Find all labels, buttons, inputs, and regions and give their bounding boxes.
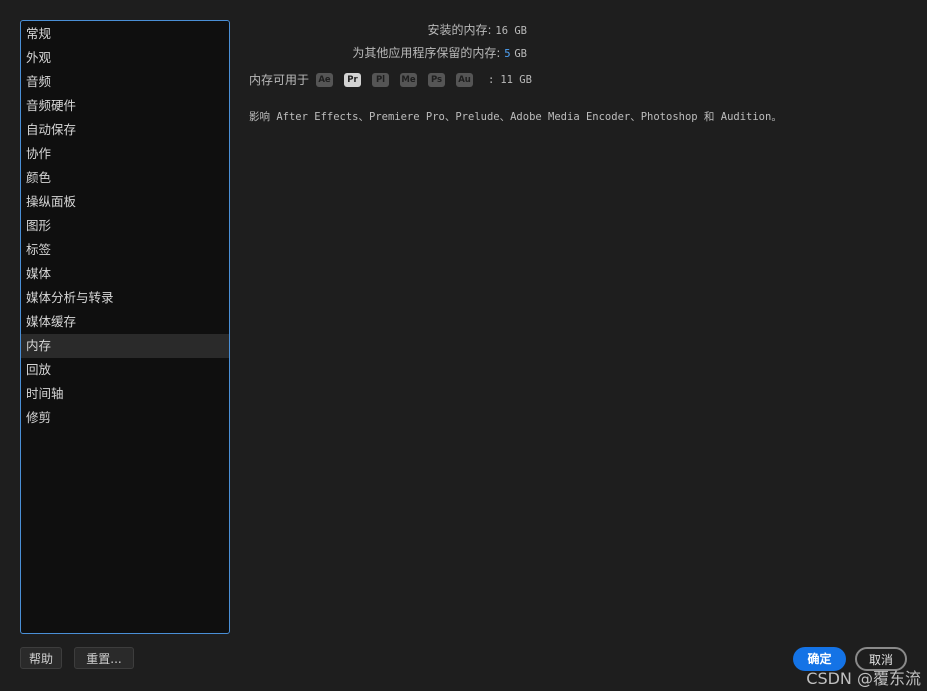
sidebar-item-media-cache[interactable]: 媒体缓存 <box>21 310 229 334</box>
available-memory-value: 11 GB <box>500 73 532 86</box>
sidebar-item-appearance[interactable]: 外观 <box>21 46 229 70</box>
preferences-category-list[interactable]: 常规 外观 音频 音频硬件 自动保存 协作 颜色 操纵面板 图形 标签 媒体 媒… <box>20 20 230 634</box>
media-encoder-icon: Me <box>400 72 418 87</box>
sidebar-item-timeline[interactable]: 时间轴 <box>21 382 229 406</box>
sidebar-item-collaboration[interactable]: 协作 <box>21 142 229 166</box>
available-memory-label: 内存可用于 <box>249 73 310 87</box>
sidebar-item-graphics[interactable]: 图形 <box>21 214 229 238</box>
installed-memory-label: 安装的内存: <box>427 23 492 37</box>
sidebar-item-media-analysis[interactable]: 媒体分析与转录 <box>21 286 229 310</box>
audition-icon: Au <box>456 72 474 87</box>
app-badges: Ae Pr Pl Me Ps Au <box>316 72 484 87</box>
reset-button[interactable]: 重置... <box>74 647 134 669</box>
sidebar-item-control-surface[interactable]: 操纵面板 <box>21 190 229 214</box>
premiere-pro-icon: Pr <box>344 72 362 87</box>
photoshop-icon: Ps <box>428 72 446 87</box>
reserved-memory-value[interactable]: 5 <box>504 48 510 60</box>
sidebar-item-color[interactable]: 颜色 <box>21 166 229 190</box>
help-button[interactable]: 帮助 <box>20 647 62 669</box>
sidebar-item-memory[interactable]: 内存 <box>21 334 229 358</box>
sidebar-item-audio-hardware[interactable]: 音频硬件 <box>21 94 229 118</box>
reserved-memory-unit: GB <box>514 48 527 60</box>
sidebar-item-audio[interactable]: 音频 <box>21 70 229 94</box>
available-memory-row: 内存可用于 Ae Pr Pl Me Ps Au : 11 GB <box>249 71 532 88</box>
affected-apps-note: 影响 After Effects、Premiere Pro、Prelude、Ad… <box>249 111 782 123</box>
category-list: 常规 外观 音频 音频硬件 自动保存 协作 颜色 操纵面板 图形 标签 媒体 媒… <box>21 21 229 430</box>
reserved-memory-label: 为其他应用程序保留的内存: <box>352 46 501 60</box>
installed-memory-value: 16 GB <box>495 25 527 37</box>
reserved-memory-row: 为其他应用程序保留的内存: 5 GB <box>352 44 527 61</box>
sidebar-item-media[interactable]: 媒体 <box>21 262 229 286</box>
sidebar-item-playback[interactable]: 回放 <box>21 358 229 382</box>
watermark: CSDN @覆东流 <box>806 669 921 688</box>
sidebar-item-labels[interactable]: 标签 <box>21 238 229 262</box>
prelude-icon: Pl <box>372 72 390 87</box>
sidebar-item-trim[interactable]: 修剪 <box>21 406 229 430</box>
available-memory-colon: : <box>488 73 495 86</box>
after-effects-icon: Ae <box>316 72 334 87</box>
sidebar-item-general[interactable]: 常规 <box>21 22 229 46</box>
sidebar-item-auto-save[interactable]: 自动保存 <box>21 118 229 142</box>
installed-memory-row: 安装的内存: 16 GB <box>428 21 527 38</box>
